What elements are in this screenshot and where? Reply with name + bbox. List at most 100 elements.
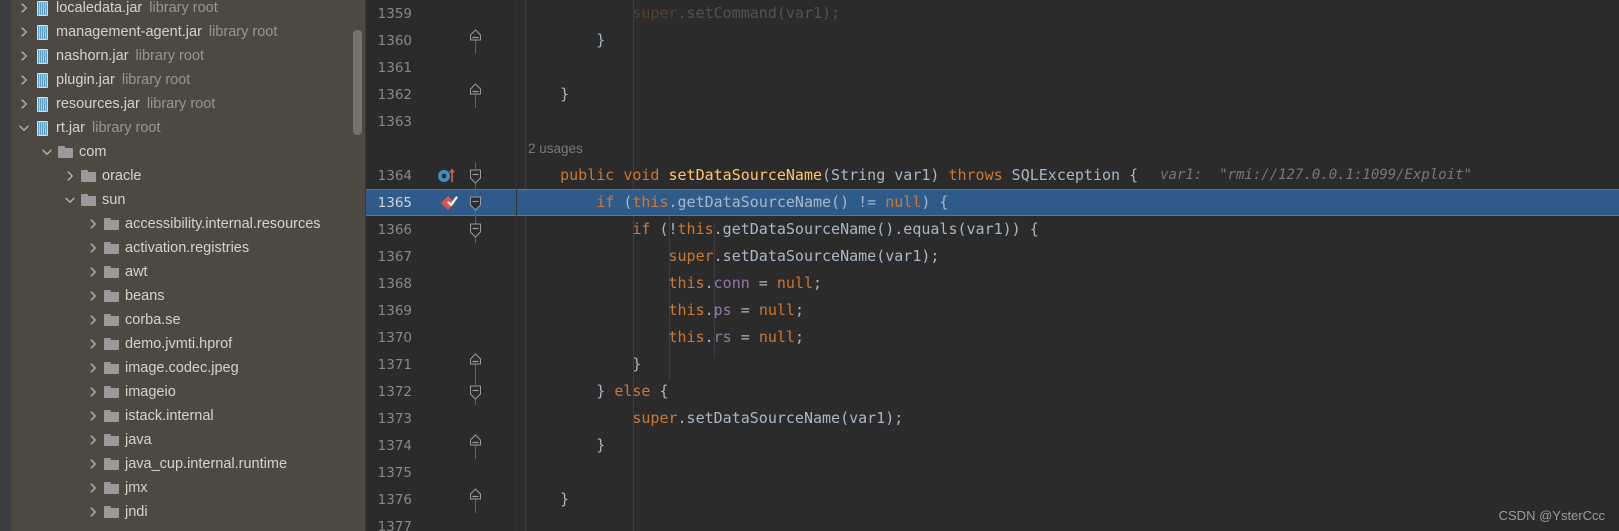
- tree-node[interactable]: management-agent.jar library root: [11, 20, 366, 44]
- chevron-down[interactable]: [15, 122, 32, 134]
- chevron-right[interactable]: [84, 314, 101, 326]
- tree-node[interactable]: plugin.jar library root: [11, 68, 366, 92]
- editor-gutter[interactable]: 1368: [366, 270, 516, 297]
- fold-start-icon[interactable]: [466, 216, 484, 243]
- chevron-right[interactable]: [84, 362, 101, 374]
- code-text[interactable]: }: [516, 351, 1619, 378]
- editor-lines[interactable]: 1359 super .setCommand(var1); 1360 } 1361 13…: [366, 0, 1619, 531]
- tree-node[interactable]: com: [11, 140, 366, 164]
- code-text[interactable]: [516, 513, 1619, 531]
- code-text[interactable]: if (! this .getDataSourceName().equals(var…: [516, 216, 1619, 243]
- chevron-right[interactable]: [15, 98, 32, 110]
- tree-node[interactable]: jmx: [11, 476, 366, 500]
- tree-node[interactable]: java_cup.internal.runtime: [11, 452, 366, 476]
- editor-gutter[interactable]: 1376: [366, 486, 516, 513]
- code-text[interactable]: super .setDataSourceName(var1);: [516, 405, 1619, 432]
- chevron-right[interactable]: [84, 434, 101, 446]
- code-text[interactable]: [516, 459, 1619, 486]
- editor-line[interactable]: 1364 public void setDataSourceName (Strin…: [366, 162, 1619, 189]
- tree-node[interactable]: resources.jar library root: [11, 92, 366, 116]
- editor-gutter[interactable]: 1366: [366, 216, 516, 243]
- code-text[interactable]: this. rs = null;: [516, 324, 1619, 351]
- editor-line[interactable]: 1369 this. ps = null;: [366, 297, 1619, 324]
- editor-line[interactable]: 1362 }: [366, 81, 1619, 108]
- editor-line[interactable]: 1377: [366, 513, 1619, 531]
- editor-gutter[interactable]: 1359: [366, 0, 516, 27]
- editor-gutter[interactable]: 1369: [366, 297, 516, 324]
- tree-node[interactable]: accessibility.internal.resources: [11, 212, 366, 236]
- sidebar-scrollbar-thumb[interactable]: [353, 30, 362, 135]
- editor-gutter[interactable]: 1372: [366, 378, 516, 405]
- code-text[interactable]: 2 usages: [516, 135, 1619, 162]
- chevron-right[interactable]: [84, 458, 101, 470]
- editor-line[interactable]: 1374 }: [366, 432, 1619, 459]
- tree-node[interactable]: oracle: [11, 164, 366, 188]
- editor-line[interactable]: 1375: [366, 459, 1619, 486]
- breakpoint-verified-icon[interactable]: [436, 192, 462, 214]
- editor-gutter[interactable]: [366, 135, 516, 162]
- fold-end-icon[interactable]: [466, 432, 484, 459]
- fold-start-icon[interactable]: [466, 189, 484, 216]
- fold-end-icon[interactable]: [466, 351, 484, 378]
- tree-node[interactable]: localedata.jar library root: [11, 0, 366, 20]
- tree-node[interactable]: demo.jvmti.hprof: [11, 332, 366, 356]
- code-editor[interactable]: 1359 super .setCommand(var1); 1360 } 1361 13…: [366, 0, 1619, 531]
- editor-line[interactable]: 1363: [366, 108, 1619, 135]
- chevron-right[interactable]: [84, 482, 101, 494]
- chevron-right[interactable]: [15, 50, 32, 62]
- tree-node[interactable]: jndi: [11, 500, 366, 524]
- tree-node[interactable]: image.codec.jpeg: [11, 356, 366, 380]
- fold-start-icon[interactable]: [466, 162, 484, 189]
- editor-gutter[interactable]: 1363: [366, 108, 516, 135]
- editor-line[interactable]: 1373 super .setDataSourceName(var1);: [366, 405, 1619, 432]
- project-tree[interactable]: localedata.jar library root management-age…: [11, 0, 366, 524]
- editor-gutter[interactable]: 1365: [366, 189, 516, 216]
- editor-gutter[interactable]: 1364: [366, 162, 516, 189]
- editor-line[interactable]: 1366 if (! this .getDataSourceName().equal…: [366, 216, 1619, 243]
- fold-end-icon[interactable]: [466, 486, 484, 513]
- editor-gutter[interactable]: 1367: [366, 243, 516, 270]
- code-text[interactable]: super .setCommand(var1);: [516, 0, 1619, 27]
- tree-node[interactable]: rt.jar library root: [11, 116, 366, 140]
- editor-gutter[interactable]: 1375: [366, 459, 516, 486]
- code-text[interactable]: public void setDataSourceName (String var…: [516, 162, 1619, 189]
- code-text[interactable]: [516, 54, 1619, 81]
- editor-gutter[interactable]: 1360: [366, 27, 516, 54]
- editor-gutter[interactable]: 1374: [366, 432, 516, 459]
- editor-line[interactable]: 1359 super .setCommand(var1);: [366, 0, 1619, 27]
- code-text[interactable]: this. conn = null;: [516, 270, 1619, 297]
- editor-line[interactable]: 1368 this. conn = null;: [366, 270, 1619, 297]
- chevron-right[interactable]: [84, 266, 101, 278]
- fold-end-down-icon[interactable]: [466, 378, 484, 405]
- chevron-right[interactable]: [15, 26, 32, 38]
- editor-gutter[interactable]: 1377: [366, 513, 516, 531]
- chevron-right[interactable]: [84, 218, 101, 230]
- code-text[interactable]: super .setDataSourceName(var1);: [516, 243, 1619, 270]
- code-text[interactable]: this. ps = null;: [516, 297, 1619, 324]
- tree-node[interactable]: sun: [11, 188, 366, 212]
- fold-end-icon[interactable]: [466, 81, 484, 108]
- code-text[interactable]: [516, 108, 1619, 135]
- chevron-right[interactable]: [84, 410, 101, 422]
- code-text[interactable]: }: [516, 486, 1619, 513]
- usages-hint[interactable]: 2 usages: [528, 135, 583, 162]
- sidebar-scrollbar-track[interactable]: [353, 0, 364, 531]
- editor-gutter[interactable]: 1371: [366, 351, 516, 378]
- code-text[interactable]: }: [516, 432, 1619, 459]
- tree-node[interactable]: java: [11, 428, 366, 452]
- chevron-right[interactable]: [84, 242, 101, 254]
- editor-line[interactable]: 1360 }: [366, 27, 1619, 54]
- inlay-parameter-hint[interactable]: var1: "rmi://127.0.0.1:1099/Exploit": [1160, 162, 1472, 189]
- code-text[interactable]: if (this .getDataSourceName() != null) {: [516, 189, 1619, 216]
- editor-line[interactable]: 1371 }: [366, 351, 1619, 378]
- chevron-down[interactable]: [61, 194, 78, 206]
- tree-node[interactable]: nashorn.jar library root: [11, 44, 366, 68]
- editor-line-current[interactable]: 1365 if (this .getDataSourceName() != nul…: [366, 189, 1619, 216]
- editor-gutter[interactable]: 1373: [366, 405, 516, 432]
- editor-line[interactable]: 2 usages: [366, 135, 1619, 162]
- tree-node[interactable]: beans: [11, 284, 366, 308]
- chevron-down[interactable]: [38, 146, 55, 158]
- chevron-right[interactable]: [15, 74, 32, 86]
- editor-gutter[interactable]: 1362: [366, 81, 516, 108]
- editor-line[interactable]: 1361: [366, 54, 1619, 81]
